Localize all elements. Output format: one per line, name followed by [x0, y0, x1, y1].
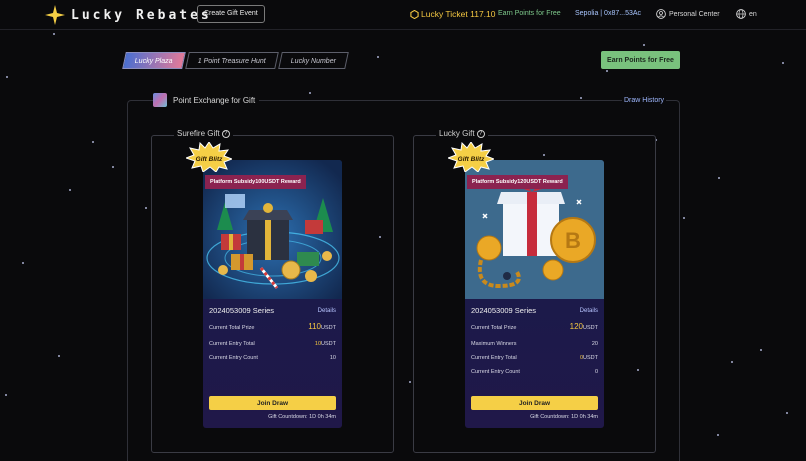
entry-count-row: Current Entry Count 0 — [471, 369, 598, 375]
personal-center-link[interactable]: Personal Center — [656, 9, 720, 19]
join-draw-button[interactable]: Join Draw — [209, 396, 336, 410]
draw-history-link[interactable]: Draw History — [622, 97, 667, 104]
personal-center-label: Personal Center — [669, 10, 720, 18]
logo-text: Lucky Rebates — [71, 7, 212, 23]
svg-text:Gift Blitz: Gift Blitz — [458, 156, 485, 163]
gift-countdown: Gift Countdown: 1D 0h 34m — [530, 414, 598, 420]
gift-thumbnail-icon — [153, 93, 167, 107]
ticket-hex-icon — [410, 9, 419, 19]
details-link[interactable]: Details — [318, 308, 336, 314]
svg-text:B: B — [565, 228, 581, 253]
entry-count-row: Current Entry Count 10 — [209, 355, 336, 361]
svg-text:Gift Blitz: Gift Blitz — [196, 156, 223, 163]
wallet-address[interactable]: Sepolia | 0x87...53Ac — [575, 10, 641, 17]
top-nav: Lucky Rebates Create Gift Event Lucky Ti… — [0, 0, 806, 29]
tab-lucky-plaza[interactable]: Lucky Plaza — [122, 52, 186, 69]
sparkle-logo-icon — [45, 5, 65, 25]
lucky-title: Lucky Gift ? — [436, 129, 488, 138]
max-winners-row: Maximum Winners 20 — [471, 341, 598, 347]
create-gift-event-button[interactable]: Create Gift Event — [197, 5, 265, 23]
entry-total-row: Current Entry Total 10USDT — [209, 341, 336, 347]
details-link[interactable]: Details — [580, 308, 598, 314]
prize-row: Current Total Prize 110USDT — [209, 322, 336, 331]
surefire-title: Surefire Gift ? — [174, 129, 233, 138]
ticket-text: Lucky Ticket 117.10 — [421, 9, 496, 19]
tab-lucky-number[interactable]: Lucky Number — [277, 52, 349, 69]
tab-1-point-treasure-hunt[interactable]: 1 Point Treasure Hunt — [184, 52, 279, 69]
help-icon[interactable]: ? — [476, 129, 485, 138]
surefire-gift-card[interactable]: Platform Subsidy100USDT Reward 202405300… — [203, 160, 342, 428]
series-label: 2024053009 Series — [209, 306, 275, 315]
subsidy-badge: Platform Subsidy100USDT Reward — [205, 175, 306, 189]
series-label: 2024053009 Series — [471, 306, 537, 315]
panel-title: Point Exchange for Gift — [153, 93, 260, 107]
globe-icon — [736, 9, 746, 19]
user-circle-icon — [656, 9, 666, 19]
lucky-ticket-balance[interactable]: Lucky Ticket 117.10 — [410, 9, 496, 19]
panel-title-text: Point Exchange for Gift — [173, 95, 256, 105]
entry-total-row: Current Entry Total 0USDT — [471, 355, 598, 361]
earn-points-link[interactable]: Earn Points for Free — [498, 10, 561, 17]
gift-countdown: Gift Countdown: 1D 0h 34m — [268, 414, 336, 420]
lucky-gift-card[interactable]: B Platform Subsidy120USDT Reward 2024053… — [465, 160, 604, 428]
tab-bar: Lucky Plaza 1 Point Treasure Hunt Lucky … — [122, 52, 350, 69]
language-selector[interactable]: en — [736, 9, 757, 19]
prize-row: Current Total Prize 120USDT — [471, 322, 598, 331]
help-icon[interactable]: ? — [221, 129, 230, 138]
header-divider — [0, 29, 806, 30]
logo[interactable]: Lucky Rebates — [45, 5, 212, 25]
gift-blitz-badge: Gift Blitz — [448, 142, 494, 172]
earn-points-button[interactable]: Earn Points for Free — [601, 51, 680, 69]
join-draw-button[interactable]: Join Draw — [471, 396, 598, 410]
gift-blitz-badge: Gift Blitz — [186, 142, 232, 172]
subsidy-badge: Platform Subsidy120USDT Reward — [467, 175, 568, 189]
language-label: en — [749, 10, 757, 18]
